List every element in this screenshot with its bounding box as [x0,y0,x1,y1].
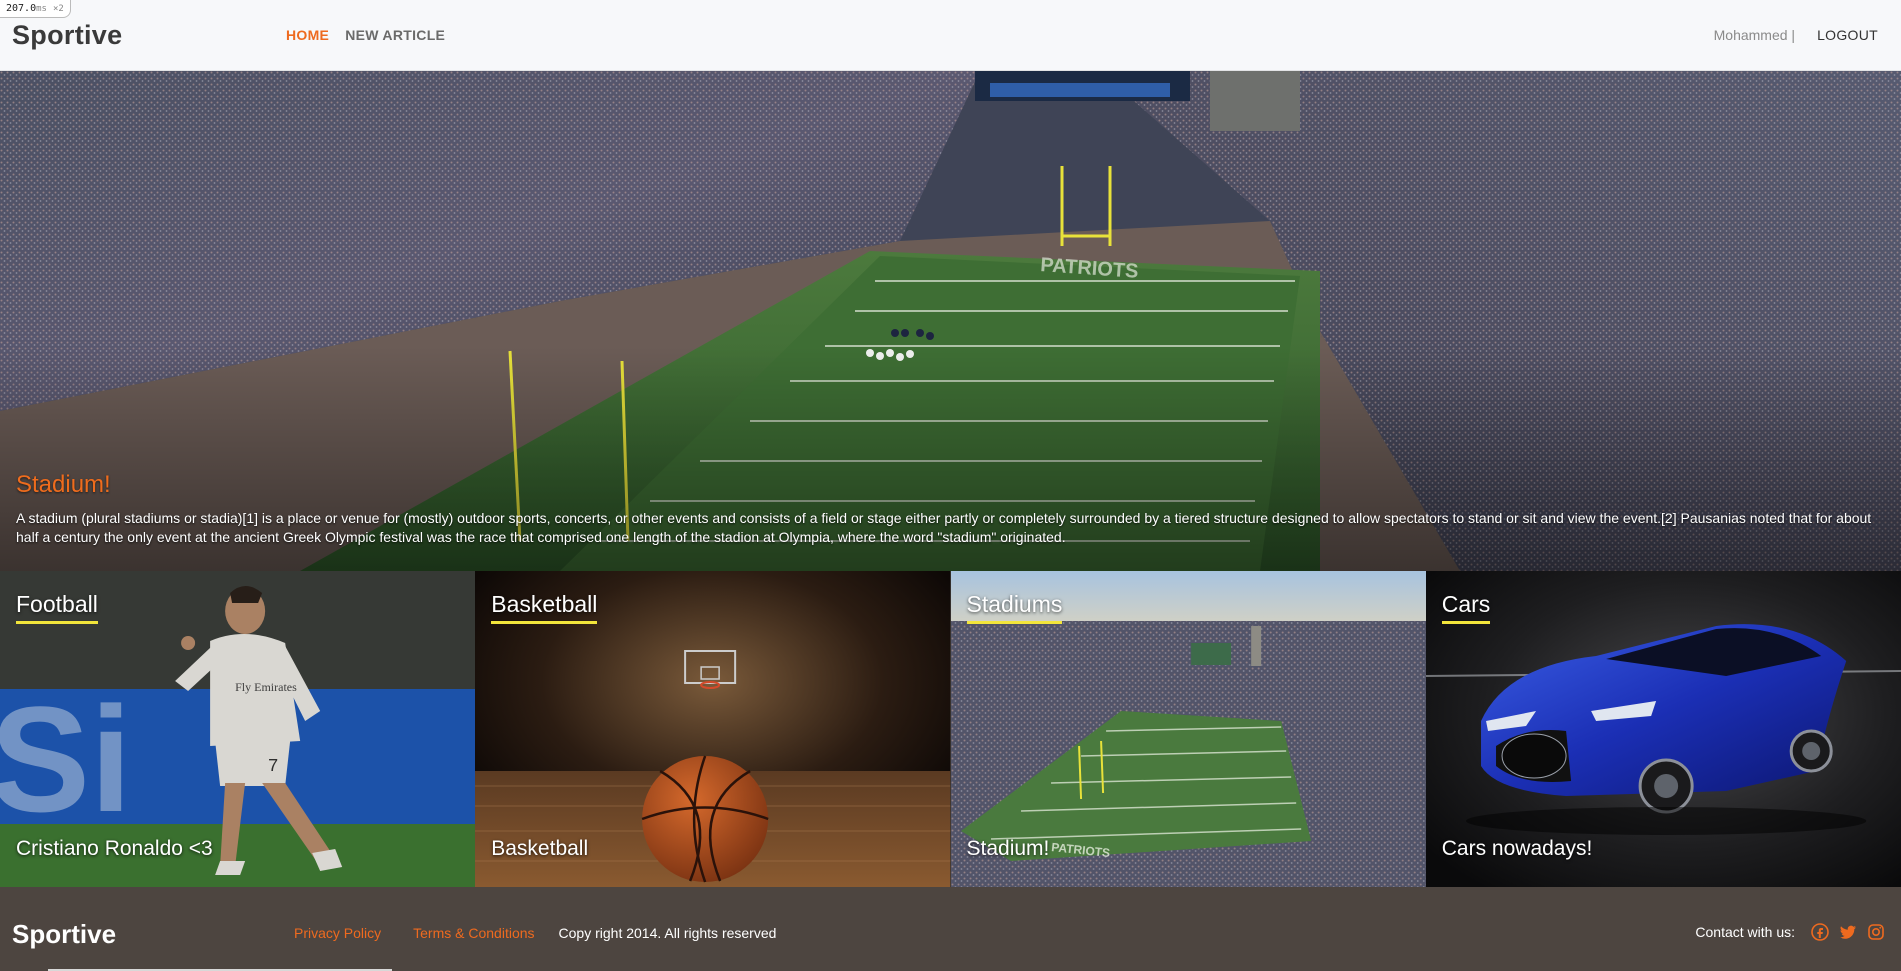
tile-title-football[interactable]: Football [16,591,98,624]
terms-conditions-link[interactable]: Terms & Conditions [413,925,534,941]
hero-description: A stadium (plural stadiums or stadia)[1]… [16,510,1872,545]
tile-title-basketball[interactable]: Basketball [491,591,598,624]
footer-links: Privacy Policy Terms & Conditions Copy r… [294,925,776,941]
tile-caption-basketball: Basketball [491,837,589,860]
top-navbar: Sportive HOME NEW ARTICLE Mohammed | LOG… [0,0,1901,71]
username-label: Mohammed | [1713,27,1796,43]
tile-caption-football: Cristiano Ronaldo <3 [16,837,213,860]
brand-logo[interactable]: Sportive [12,20,122,51]
stadiums-tile[interactable]: PATRIOTS Stadiums Stadium! [950,571,1426,887]
facebook-icon[interactable] [1811,923,1829,941]
tile-title-stadiums[interactable]: Stadiums [966,591,1063,624]
hero-banner: PATRIOTS Stadium! A stadium (plural stad… [0,71,1901,571]
nav-home-link[interactable]: HOME [286,27,329,43]
perf-suffix: ×2 [52,4,64,14]
site-footer: Sportive Privacy Policy Terms & Conditio… [0,887,1901,971]
user-box: Mohammed | LOGOUT [1714,27,1878,43]
logout-button[interactable]: LOGOUT [1817,27,1878,43]
performance-badge: 207.0ms ×2 [0,0,71,18]
contact-label: Contact with us: [1695,924,1795,940]
instagram-icon[interactable] [1867,923,1885,941]
tile-caption-cars: Cars nowadays! [1441,837,1593,860]
copyright-text: Copy right 2014. All rights reserved [558,925,777,941]
football-tile[interactable]: Si 7 Fly Emirates Football Cristiano Ron… [0,571,476,887]
basketball-tile[interactable]: Basketball Basketball [475,571,951,887]
privacy-policy-link[interactable]: Privacy Policy [294,925,381,941]
hero-caption: Stadium! A stadium (plural stadiums or s… [16,471,1885,547]
footer-brand-logo[interactable]: Sportive [12,919,116,950]
main-nav: HOME NEW ARTICLE [286,27,445,43]
cars-tile[interactable]: Cars Cars nowadays! [1425,571,1901,887]
nav-new-article-link[interactable]: NEW ARTICLE [345,27,445,43]
perf-unit: ms [36,4,47,14]
category-tiles: Si 7 Fly Emirates Football Cristiano Ron… [0,571,1901,887]
tile-caption-stadiums: Stadium! [966,837,1050,860]
tile-title-cars[interactable]: Cars [1441,591,1491,624]
twitter-icon[interactable] [1839,923,1857,941]
contact-section: Contact with us: [1695,923,1885,941]
perf-value: 207.0 [6,3,37,14]
hero-title[interactable]: Stadium! [16,471,1885,499]
